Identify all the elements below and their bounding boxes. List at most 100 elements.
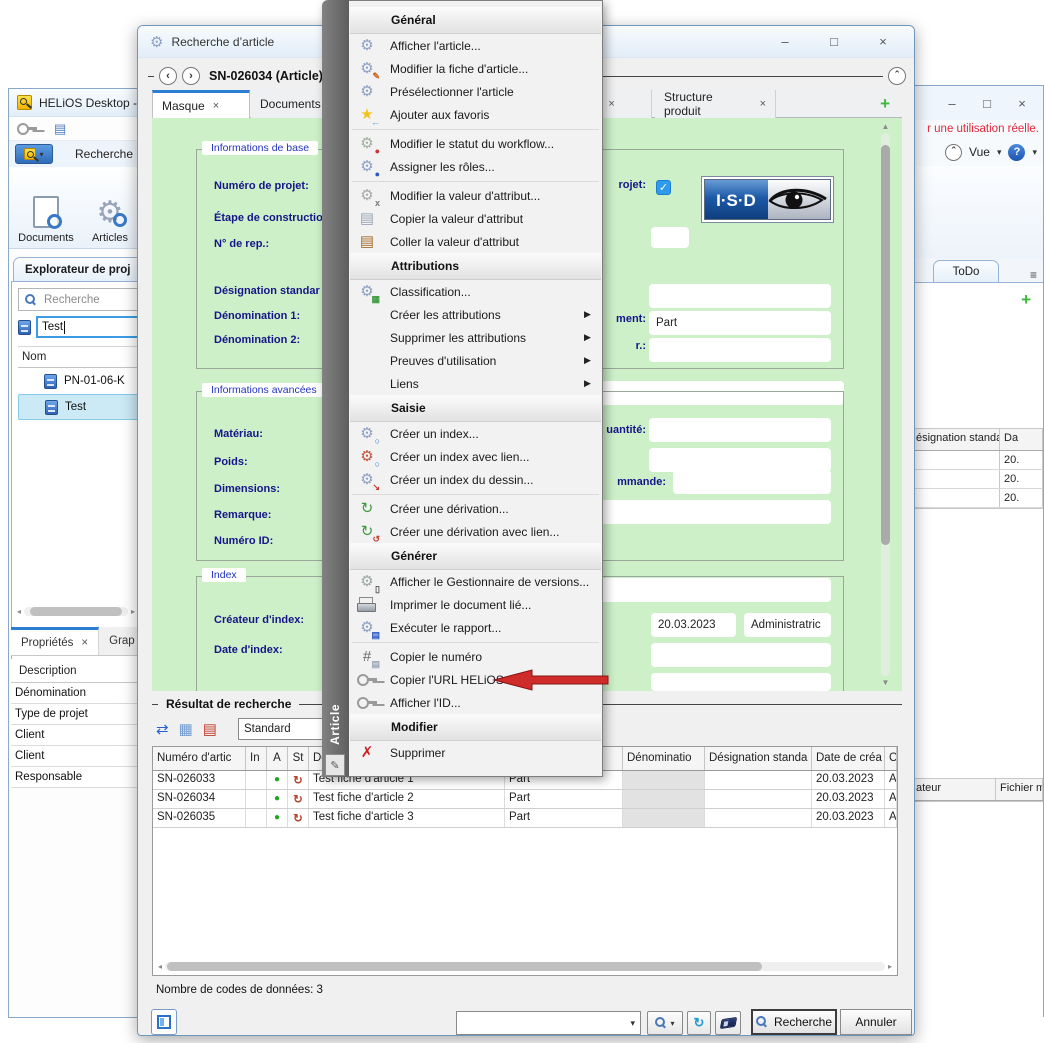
dialog-tab[interactable]: Structure produit ×: [655, 90, 776, 118]
menu-item[interactable]: Liens ▶: [349, 372, 602, 395]
app-menu-button[interactable]: ▾: [15, 144, 53, 164]
results-hscrollbar[interactable]: ◂ ▸: [158, 960, 892, 972]
menu-item[interactable]: ▶: [349, 178, 602, 184]
column-header[interactable]: Numéro d'artic: [153, 747, 246, 770]
index-date-field[interactable]: 20.03.2023: [651, 613, 736, 637]
menu-item[interactable]: ⚙▯ Afficher le Gestionnaire de versions.…: [349, 570, 602, 593]
column-header[interactable]: Da: [1000, 429, 1043, 450]
minimize-icon[interactable]: –: [941, 96, 963, 111]
previous-record-button[interactable]: ‹: [159, 67, 177, 85]
refresh-icon[interactable]: ⇄: [156, 720, 169, 738]
menu-item[interactable]: ⚙● Modifier le statut du workflow... ▶: [349, 132, 602, 155]
preview-icon[interactable]: ▦: [179, 720, 193, 738]
table-row[interactable]: 20.: [912, 451, 1043, 470]
scroll-down-icon[interactable]: ▼: [882, 678, 890, 687]
menu-item[interactable]: ⚙○ Créer un index... ▶: [349, 422, 602, 445]
column-header[interactable]: In: [246, 747, 267, 770]
menu-item[interactable]: ✗ Supprimer ▶: [349, 741, 602, 764]
menu-item[interactable]: ⚙○ Créer un index avec lien... ▶: [349, 445, 602, 468]
saved-search-combobox[interactable]: ▾: [456, 1011, 641, 1035]
explorer-hscrollbar[interactable]: ◂ ▸: [17, 605, 135, 617]
column-header[interactable]: ateur: [912, 779, 996, 800]
column-header[interactable]: C: [885, 747, 897, 770]
close-icon[interactable]: ×: [608, 98, 614, 110]
column-header[interactable]: Fichier m: [996, 779, 1043, 800]
scroll-thumb[interactable]: [167, 962, 762, 971]
column-header[interactable]: Désignation standa: [705, 747, 812, 770]
scroll-thumb[interactable]: [30, 607, 122, 616]
field-empty-4[interactable]: [651, 643, 831, 667]
next-record-button[interactable]: ›: [182, 67, 200, 85]
collapse-ribbon-button[interactable]: ˆ: [945, 144, 962, 161]
ribbon-item[interactable]: ⚙ Articles: [79, 173, 141, 244]
scroll-left-icon[interactable]: ◂: [158, 962, 162, 971]
refresh-button[interactable]: ↻: [687, 1011, 711, 1035]
menu-item[interactable]: Modifier ▶: [350, 714, 601, 741]
scroll-right-icon[interactable]: ▸: [888, 962, 892, 971]
menu-item[interactable]: Général ▶: [350, 7, 601, 34]
quantity-field[interactable]: [649, 418, 831, 442]
search-input[interactable]: Recherche: [18, 288, 140, 311]
field-empty-1[interactable]: [649, 284, 831, 308]
minimize-icon[interactable]: –: [774, 34, 796, 49]
menu-item[interactable]: ⚙▦ Classification... ▶: [349, 280, 602, 303]
order-field[interactable]: [673, 470, 831, 494]
save-search-button[interactable]: ▾: [647, 1011, 683, 1035]
pin-pencil-button[interactable]: ✎: [325, 754, 345, 776]
close-icon[interactable]: ×: [81, 637, 88, 649]
menu-item[interactable]: Supprimer les attributions ▶: [349, 326, 602, 349]
scroll-left-icon[interactable]: ◂: [17, 607, 21, 616]
column-header[interactable]: A: [267, 747, 288, 770]
menu-item[interactable]: #▤ Copier le numéro ▶: [349, 645, 602, 668]
menu-item[interactable]: ↻↺ Créer une dérivation avec lien... ▶: [349, 520, 602, 543]
maximize-icon[interactable]: □: [976, 96, 998, 111]
tab-todo[interactable]: ToDo: [933, 260, 999, 282]
column-header[interactable]: Dénominatio: [623, 747, 705, 770]
table-row[interactable]: 20.: [912, 470, 1043, 489]
maximize-icon[interactable]: □: [823, 34, 845, 49]
properties-tab[interactable]: Propriétés ×: [11, 627, 99, 655]
scroll-up-icon[interactable]: ▲: [882, 122, 890, 131]
column-header[interactable]: ésignation standa: [912, 429, 1000, 450]
project-checkbox[interactable]: ✓: [656, 180, 671, 195]
result-row[interactable]: SN-026034 ● ↻ Test fiche d'article 2 Par…: [153, 790, 897, 809]
dialog-tab[interactable]: Masque ×: [152, 90, 250, 118]
result-row[interactable]: SN-026035 ● ↻ Test fiche d'article 3 Par…: [153, 809, 897, 828]
add-icon[interactable]: +: [1021, 291, 1031, 308]
close-icon[interactable]: ×: [1011, 96, 1033, 111]
export-icon[interactable]: ▤: [203, 720, 217, 738]
scroll-right-icon[interactable]: ▸: [131, 607, 135, 616]
key-icon[interactable]: [16, 119, 34, 138]
column-header[interactable]: St: [288, 747, 309, 770]
table-row[interactable]: 20.: [912, 489, 1043, 508]
element-type-field[interactable]: Part: [649, 311, 831, 335]
column-header[interactable]: Date de créa: [812, 747, 885, 770]
menu-item[interactable]: ▶: [349, 639, 602, 645]
help-button[interactable]: ?: [1008, 144, 1025, 161]
menu-item[interactable]: Attributions ▶: [350, 253, 601, 280]
menu-item[interactable]: ⚙x Modifier la valeur d'attribut... ▶: [349, 184, 602, 207]
field-empty-3[interactable]: [649, 448, 831, 472]
menu-item[interactable]: ▶: [349, 491, 602, 497]
collapse-button[interactable]: ˆ: [888, 67, 906, 85]
menu-item[interactable]: ⚙ Afficher l'article... ▶: [349, 34, 602, 57]
menu-item[interactable]: ▤ Coller la valeur d'attribut ▶: [349, 230, 602, 253]
tab-recherche[interactable]: Recherche: [63, 145, 145, 163]
search-button[interactable]: Recherche: [751, 1009, 837, 1035]
menu-item[interactable]: Saisie ▶: [350, 395, 601, 422]
menu-item[interactable]: ▶: [349, 126, 602, 132]
index-creator-field[interactable]: Administratric: [744, 613, 831, 637]
close-icon[interactable]: ×: [760, 98, 766, 110]
menu-item[interactable]: Générer ▶: [350, 543, 601, 570]
menu-item[interactable]: ⚙ Présélectionner l'article ▶: [349, 80, 602, 103]
close-icon[interactable]: ×: [213, 100, 219, 112]
menu-item[interactable]: ▤ Copier la valeur d'attribut ▶: [349, 207, 602, 230]
cancel-button[interactable]: Annuler: [840, 1009, 912, 1035]
menu-item[interactable]: ⚙● Assigner les rôles... ▶: [349, 155, 602, 178]
menu-item[interactable]: Imprimer le document lié... ▶: [349, 593, 602, 616]
menu-item[interactable]: ⚙↘ Créer un index du dessin... ▶: [349, 468, 602, 491]
mask-toggle-button[interactable]: [151, 1009, 177, 1035]
field-empty-2[interactable]: [649, 338, 831, 362]
clear-button[interactable]: [715, 1011, 741, 1035]
panel-menu-icon[interactable]: ≡: [1030, 268, 1037, 282]
